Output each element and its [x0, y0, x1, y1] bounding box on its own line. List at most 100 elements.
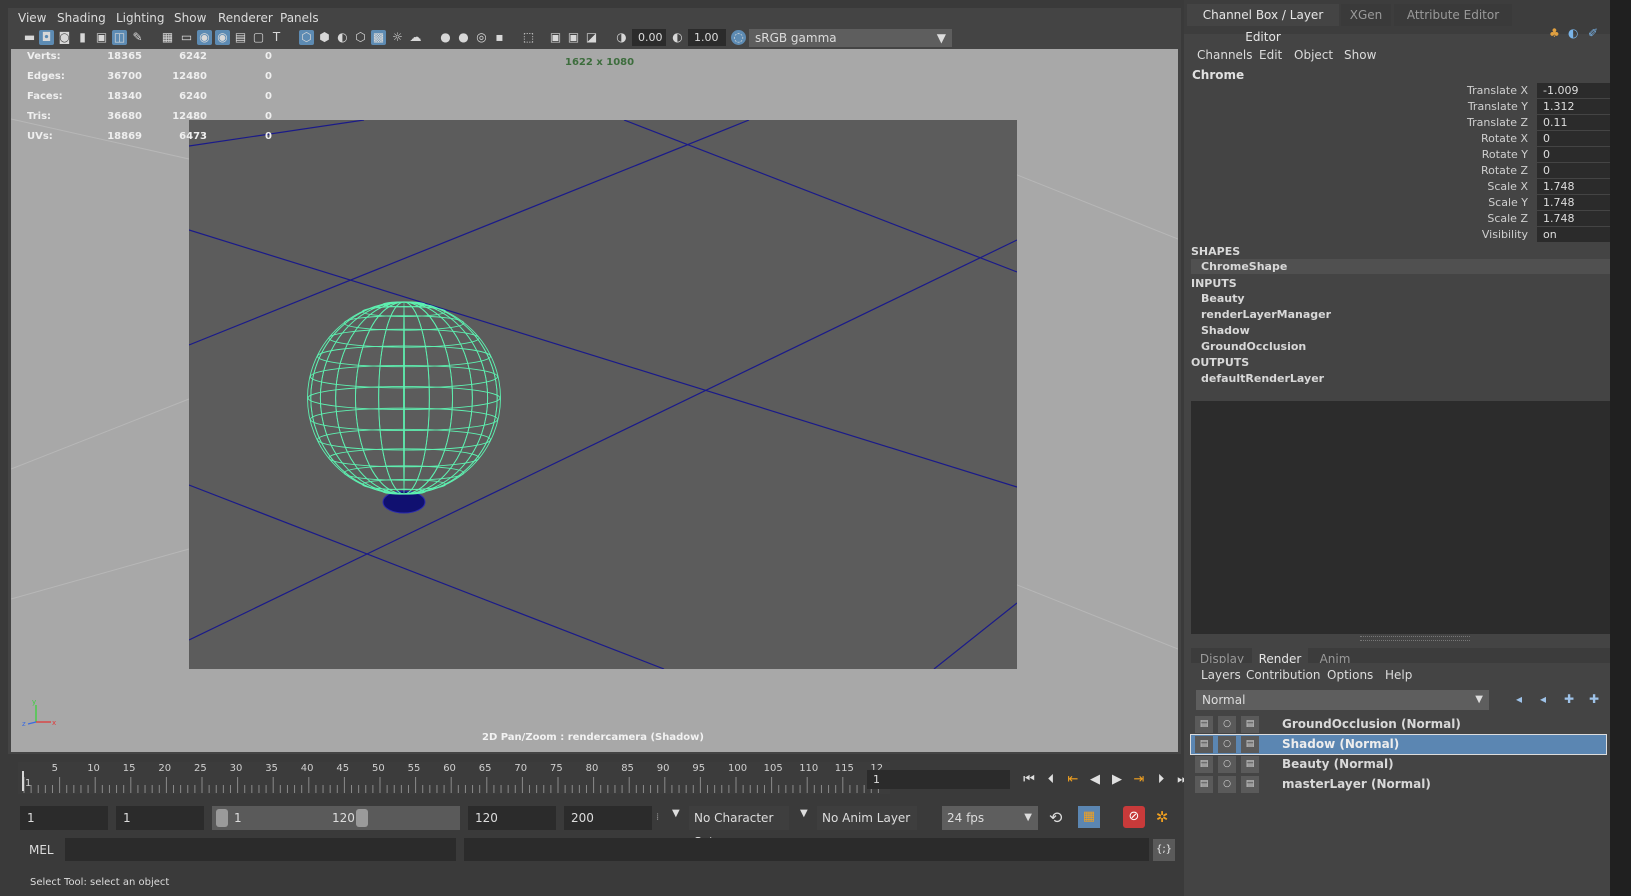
menu-show[interactable]: Show	[174, 11, 206, 25]
current-frame-field[interactable]: 1	[867, 770, 1010, 789]
visibility-toggle-icon[interactable]: ○	[1218, 756, 1236, 773]
field-chart-icon[interactable]: ▤	[233, 30, 248, 45]
camera-attributes-icon[interactable]: ▬	[22, 30, 37, 45]
attr-translate-z-field[interactable]: 0.11	[1537, 115, 1611, 130]
character-set-dropdown[interactable]: No Character Set	[689, 806, 789, 849]
script-editor-icon[interactable]: {;}	[1153, 839, 1175, 861]
attr-scale-y-field[interactable]: 1.748	[1537, 195, 1611, 210]
step-back-key-icon[interactable]: ⇤	[1062, 770, 1084, 790]
image-plane-icon[interactable]: ▣	[94, 30, 109, 45]
new-layer-icon[interactable]: ✚	[1560, 690, 1578, 708]
layer-row[interactable]: ▤ ○ ▤ masterLayer (Normal)	[1191, 775, 1606, 794]
menu-layers[interactable]: Layers	[1201, 668, 1241, 682]
attr-scale-x-field[interactable]: 1.748	[1537, 179, 1611, 194]
attr-scale-z-label[interactable]: Scale Z	[1378, 212, 1528, 225]
menu-channels[interactable]: Channels	[1197, 48, 1253, 62]
menu-help[interactable]: Help	[1385, 668, 1412, 682]
menu-shading[interactable]: Shading	[57, 11, 106, 25]
play-forwards-icon[interactable]: ▶	[1106, 770, 1128, 790]
attr-translate-x-label[interactable]: Translate X	[1378, 84, 1528, 97]
layer-row[interactable]: ▤ ○ ▤ GroundOcclusion (Normal)	[1191, 715, 1606, 734]
output-default-render-layer[interactable]: defaultRenderLayer	[1201, 372, 1324, 385]
render-layer-icon[interactable]: ▤	[1195, 736, 1213, 753]
gamma-icon[interactable]: ◐	[670, 30, 685, 45]
channel-box-icon[interactable]: ♣	[1549, 26, 1560, 40]
xray-active-icon[interactable]: ▣	[566, 30, 581, 45]
tool-settings-icon[interactable]: ✐	[1588, 26, 1598, 40]
use-all-lights-icon[interactable]: ☼	[390, 30, 405, 45]
bookmark-icon[interactable]: ▮	[75, 30, 90, 45]
menu-edit[interactable]: Edit	[1259, 48, 1282, 62]
loop-icon[interactable]: ⟲	[1049, 808, 1062, 827]
grid-icon[interactable]: ▦	[160, 30, 175, 45]
2d-pan-zoom-icon[interactable]: ◫	[112, 30, 127, 45]
attr-rotate-z-label[interactable]: Rotate Z	[1378, 164, 1528, 177]
attr-scale-y-label[interactable]: Scale Y	[1378, 196, 1528, 209]
bookmark-camera-icon[interactable]: ◙	[57, 30, 72, 45]
texture-icon[interactable]: ◪	[584, 30, 599, 45]
menu-contribution[interactable]: Contribution	[1246, 668, 1321, 682]
command-input[interactable]	[65, 838, 456, 861]
attr-rotate-z-field[interactable]: 0	[1537, 163, 1611, 178]
animation-start-field[interactable]: 1	[20, 806, 108, 830]
isolate-select-icon[interactable]: ⬚	[521, 30, 536, 45]
move-layer-down-icon[interactable]: ◂	[1534, 690, 1552, 708]
range-end-handle[interactable]	[356, 809, 368, 827]
auto-key-icon[interactable]: ▦	[1078, 806, 1100, 828]
menu-view[interactable]: View	[18, 11, 46, 25]
playback-end-field[interactable]: 120	[468, 806, 556, 830]
resolution-gate-icon[interactable]: ◉	[197, 30, 212, 45]
menu-options[interactable]: Options	[1327, 668, 1373, 682]
tab-channel-box[interactable]: Channel Box / Layer Editor	[1187, 4, 1339, 44]
ambient-occlusion-icon[interactable]: ●	[438, 30, 453, 45]
tab-xgen[interactable]: XGen	[1341, 4, 1391, 26]
render-layer-icon[interactable]: ▤	[1195, 756, 1213, 773]
xray-joints-icon[interactable]: ▣	[548, 30, 563, 45]
exposure-icon[interactable]: ◑	[614, 30, 629, 45]
color-management-icon[interactable]: ◌	[731, 30, 746, 45]
xray-icon[interactable]: ▩	[371, 30, 386, 45]
input-render-layer-manager[interactable]: renderLayerManager	[1201, 308, 1331, 321]
depth-of-field-icon[interactable]: ▪	[492, 30, 507, 45]
attr-visibility-field[interactable]: on	[1537, 227, 1611, 242]
shape-chromeshape[interactable]: ChromeShape	[1201, 260, 1287, 273]
visibility-toggle-icon[interactable]: ○	[1218, 736, 1236, 753]
gamma-field[interactable]: 1.00	[688, 29, 726, 46]
go-to-start-icon[interactable]: ⏮	[1018, 770, 1040, 790]
grease-pencil-icon[interactable]: ✎	[130, 30, 145, 45]
fps-dropdown[interactable]: 24 fps ▼	[942, 806, 1038, 830]
step-forward-frame-icon[interactable]: ⏵	[1150, 770, 1172, 790]
input-ground-occlusion[interactable]: GroundOcclusion	[1201, 340, 1306, 353]
input-beauty[interactable]: Beauty	[1201, 292, 1245, 305]
safe-action-icon[interactable]: ▢	[251, 30, 266, 45]
layer-row-selected[interactable]: ▤ ○ ▤ Shadow (Normal)	[1190, 734, 1607, 755]
panel-splitter-handle[interactable]	[1360, 636, 1470, 641]
attr-rotate-y-label[interactable]: Rotate Y	[1378, 148, 1528, 161]
attr-scale-z-field[interactable]: 1.748	[1537, 211, 1611, 226]
exposure-field[interactable]: 0.00	[632, 29, 666, 46]
new-layer-from-selected-icon[interactable]: ✚	[1585, 690, 1603, 708]
visibility-toggle-icon[interactable]: ○	[1218, 716, 1236, 733]
play-backwards-icon[interactable]: ◀	[1084, 770, 1106, 790]
render-settings-icon[interactable]: ▤	[1241, 736, 1259, 753]
wireframe-on-shaded-icon[interactable]: ⬡	[353, 30, 368, 45]
attr-translate-y-label[interactable]: Translate Y	[1378, 100, 1528, 113]
attr-rotate-x-label[interactable]: Rotate X	[1378, 132, 1528, 145]
range-slider[interactable]: 1 120	[212, 806, 460, 830]
color-space-dropdown[interactable]: sRGB gamma ▼	[749, 29, 952, 47]
character-set-chevron-icon[interactable]: ▼	[672, 808, 680, 819]
current-time-marker[interactable]	[22, 771, 24, 791]
step-forward-key-icon[interactable]: ⇥	[1128, 770, 1150, 790]
layer-row[interactable]: ▤ ○ ▤ Beauty (Normal)	[1191, 755, 1606, 774]
film-gate-icon[interactable]: ▭	[179, 30, 194, 45]
chrome-sphere-wireframe[interactable]	[307, 301, 501, 495]
move-layer-up-icon[interactable]: ◂	[1510, 690, 1528, 708]
render-settings-icon[interactable]: ▤	[1241, 756, 1259, 773]
motion-blur-icon[interactable]: ●	[456, 30, 471, 45]
key-preferences-icon[interactable]: ⊘	[1123, 806, 1145, 828]
attr-scale-x-label[interactable]: Scale X	[1378, 180, 1528, 193]
tab-attribute-editor[interactable]: Attribute Editor	[1394, 4, 1512, 26]
input-shadow[interactable]: Shadow	[1201, 324, 1250, 337]
playback-start-field[interactable]: 1	[116, 806, 204, 830]
anim-layer-chevron-icon[interactable]: ▼	[800, 808, 808, 819]
